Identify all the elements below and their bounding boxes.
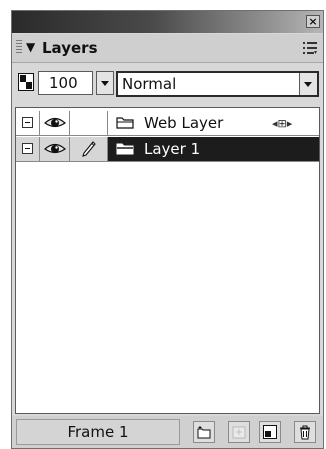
bottom-toolbar: Frame 1 (12, 416, 323, 448)
new-sub-layer-icon (232, 426, 246, 439)
new-sub-layer-button[interactable] (228, 421, 250, 443)
visibility-toggle[interactable] (40, 137, 70, 161)
folder-icon (116, 143, 134, 155)
chevron-down-icon[interactable] (299, 73, 317, 95)
visibility-toggle[interactable] (40, 111, 70, 135)
panel-options-icon[interactable] (303, 41, 317, 55)
collapse-toggle[interactable] (16, 137, 40, 161)
delete-layer-button[interactable] (294, 421, 316, 443)
layers-panel: × ▼ Layers 100 Normal Web Layer ◂⊞▸ Laye… (11, 10, 324, 449)
opacity-icon (18, 73, 34, 91)
layers-list[interactable]: Web Layer ◂⊞▸ Layer 1 (15, 107, 320, 414)
duplicate-layer-button[interactable] (259, 421, 281, 443)
delete-layer-icon (300, 425, 310, 440)
panel-titlebar[interactable]: × (12, 11, 323, 33)
share-layer-icon[interactable]: ◂⊞▸ (272, 117, 292, 130)
collapse-icon[interactable] (22, 117, 33, 128)
eye-icon[interactable] (44, 115, 66, 130)
folder-icon (116, 117, 134, 129)
edit-toggle[interactable] (70, 111, 108, 135)
frame-selector-button[interactable]: Frame 1 (16, 419, 180, 445)
panel-header[interactable]: ▼ Layers (12, 34, 323, 63)
grip-icon[interactable] (16, 40, 22, 54)
blend-mode-select[interactable]: Normal (116, 71, 319, 97)
layer-row-selected[interactable]: Layer 1 (16, 137, 319, 162)
close-icon[interactable]: × (306, 15, 320, 28)
layer-name[interactable]: Web Layer (144, 114, 223, 132)
collapse-toggle[interactable] (16, 111, 40, 135)
layer-row-web[interactable]: Web Layer ◂⊞▸ (16, 111, 319, 136)
opacity-dropdown-icon[interactable] (96, 71, 114, 95)
collapse-icon[interactable] (22, 143, 33, 154)
new-layer-button[interactable] (193, 421, 215, 443)
pencil-icon[interactable] (81, 140, 97, 158)
new-layer-icon (197, 426, 211, 439)
collapse-triangle-icon[interactable]: ▼ (26, 40, 35, 54)
blend-mode-value: Normal (122, 75, 177, 93)
layer-name[interactable]: Layer 1 (144, 140, 200, 158)
opacity-blend-row: 100 Normal (12, 63, 323, 105)
duplicate-layer-icon (263, 425, 277, 439)
opacity-input[interactable]: 100 (38, 71, 93, 95)
eye-icon[interactable] (44, 141, 66, 156)
edit-toggle[interactable] (70, 137, 108, 161)
panel-title: Layers (42, 39, 98, 57)
